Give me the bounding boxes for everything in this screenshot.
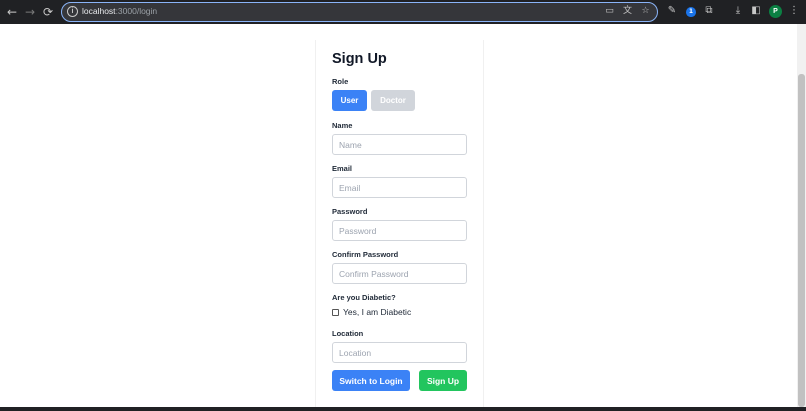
browser-toolbar: ← → ⟳ i localhost:3000/login ▭ 文 ☆ ✎ 1 ⧉…	[0, 0, 806, 24]
confirm-password-input[interactable]	[332, 263, 467, 284]
url-path: :3000/login	[115, 6, 158, 16]
scrollbar-thumb[interactable]	[798, 74, 805, 407]
forward-arrow-icon[interactable]: →	[22, 4, 38, 20]
download-icon[interactable]: ⤓	[732, 4, 744, 18]
switch-to-login-button[interactable]: Switch to Login	[332, 370, 410, 391]
password-input[interactable]	[332, 220, 467, 241]
role-user-button[interactable]: User	[332, 90, 367, 111]
extensions-puzzle-icon[interactable]: ⧉	[703, 4, 715, 18]
diabetic-checkbox-row[interactable]: Yes, I am Diabetic	[332, 307, 411, 317]
taskbar-edge	[0, 407, 806, 411]
pen-extension-icon[interactable]: ✎	[666, 4, 678, 18]
address-bar[interactable]: i localhost:3000/login ▭ 文 ☆	[61, 2, 658, 22]
password-label: Password	[332, 207, 368, 216]
site-info-icon[interactable]: i	[67, 6, 78, 17]
translate-icon[interactable]: 文	[622, 6, 633, 17]
cast-icon[interactable]: ▭	[604, 6, 615, 17]
email-input[interactable]	[332, 177, 467, 198]
profile-avatar[interactable]: P	[769, 5, 782, 18]
bookmark-star-icon[interactable]: ☆	[640, 6, 651, 17]
side-panel-icon[interactable]: ◧	[750, 4, 762, 18]
name-label: Name	[332, 121, 353, 130]
signup-card: Sign Up Role User Doctor Name Email Pass…	[315, 40, 484, 411]
confirm-password-label: Confirm Password	[332, 250, 399, 259]
page-scrollbar[interactable]	[797, 24, 806, 407]
location-label: Location	[332, 329, 364, 338]
page-title: Sign Up	[332, 51, 387, 67]
name-input[interactable]	[332, 134, 467, 155]
diabetic-checkbox[interactable]	[332, 308, 339, 316]
shield-extension-icon[interactable]: 1	[686, 7, 696, 17]
menu-dots-icon[interactable]: ⋮	[789, 4, 799, 18]
signup-button[interactable]: Sign Up	[419, 370, 467, 391]
role-label: Role	[332, 77, 349, 86]
url-host: localhost	[82, 6, 116, 16]
address-url[interactable]: localhost:3000/login	[82, 6, 157, 16]
reload-icon[interactable]: ⟳	[40, 4, 56, 20]
email-label: Email	[332, 164, 353, 173]
location-input[interactable]	[332, 342, 467, 363]
diabetic-checkbox-label[interactable]: Yes, I am Diabetic	[343, 307, 411, 317]
role-doctor-button[interactable]: Doctor	[371, 90, 415, 111]
diabetic-label: Are you Diabetic?	[332, 293, 396, 302]
back-arrow-icon[interactable]: ←	[4, 4, 20, 20]
